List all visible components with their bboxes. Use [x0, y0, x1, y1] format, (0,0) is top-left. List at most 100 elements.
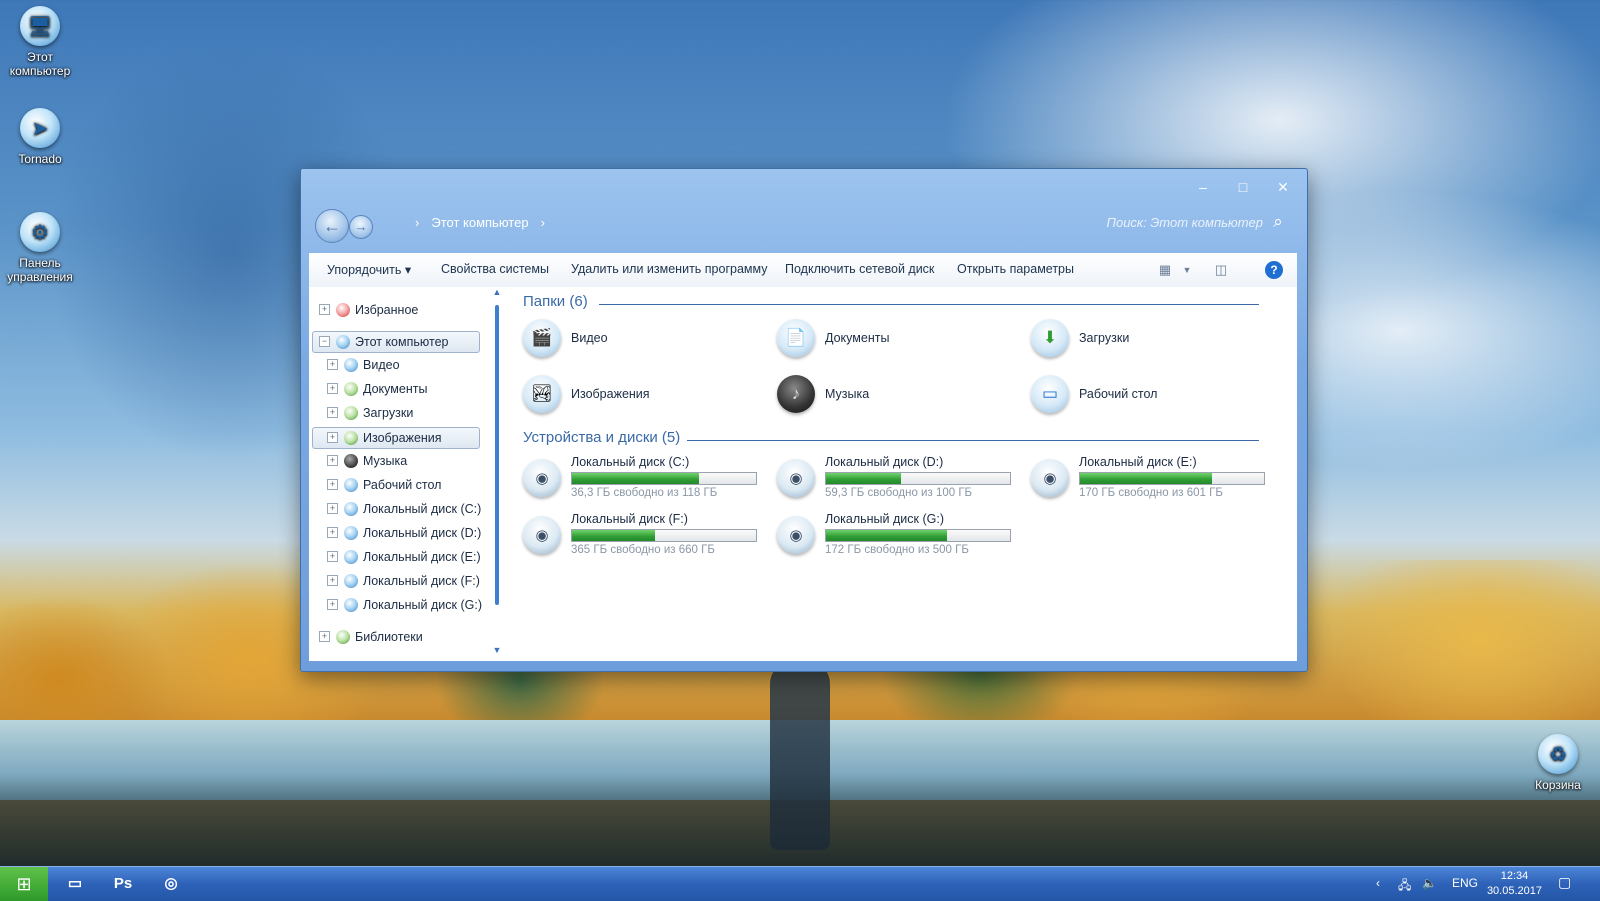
expand-icon[interactable]: +: [327, 527, 338, 538]
system-properties-button[interactable]: Свойства системы: [441, 262, 549, 276]
folder-video[interactable]: 🎬 Видео: [523, 319, 763, 365]
explorer-window: – □ ✕ ← → › Этот компьютер › Поиск: Этот к…: [300, 168, 1308, 672]
expand-icon[interactable]: +: [327, 359, 338, 370]
expand-icon[interactable]: +: [327, 455, 338, 466]
drive-e[interactable]: ◉ Локальный диск (E:) 170 ГБ свободно из…: [1031, 455, 1271, 507]
drive-name: Локальный диск (F:): [571, 512, 688, 526]
breadcrumb-current[interactable]: Этот компьютер: [431, 215, 528, 230]
sidebar-item-drive-c[interactable]: + Локальный диск (C:): [309, 499, 485, 519]
video-folder-icon: 🎬: [523, 319, 561, 357]
drive-usage-bar: [571, 529, 757, 542]
folders-heading[interactable]: Папки (6): [523, 293, 588, 310]
clock[interactable]: 12:34 30.05.2017: [1487, 869, 1542, 899]
search-input[interactable]: Поиск: Этот компьютер: [1107, 215, 1263, 230]
drive-usage-bar: [825, 472, 1011, 485]
expand-icon[interactable]: +: [327, 599, 338, 610]
folder-desktop[interactable]: ▭ Рабочий стол: [1031, 375, 1271, 421]
drives-heading[interactable]: Устройства и диски (5): [523, 429, 680, 446]
drive-c[interactable]: ◉ Локальный диск (C:) 36,3 ГБ свободно и…: [523, 455, 763, 507]
expand-icon[interactable]: +: [319, 631, 330, 642]
sidebar-item-label: Музыка: [363, 454, 408, 468]
organize-button[interactable]: Упорядочить ▾: [327, 262, 411, 277]
maximize-button[interactable]: □: [1229, 177, 1257, 197]
desktop-icon-tornado[interactable]: ➤ Tornado: [0, 108, 80, 166]
expand-icon[interactable]: +: [327, 383, 338, 394]
folder-pictures[interactable]: 🏞 Изображения: [523, 375, 763, 421]
drive-usage-bar: [1079, 472, 1265, 485]
network-icon[interactable]: 🖧: [1398, 876, 1411, 897]
folder-label: Рабочий стол: [1079, 387, 1158, 401]
search-icon[interactable]: ⌕: [1267, 211, 1289, 233]
sidebar-item-label: Изображения: [363, 431, 442, 445]
expand-icon[interactable]: +: [319, 304, 330, 315]
expand-icon[interactable]: +: [327, 479, 338, 490]
help-icon[interactable]: ?: [1265, 261, 1283, 279]
hard-drive-icon: ◉: [1031, 459, 1069, 497]
sidebar-item-drive-f[interactable]: + Локальный диск (F:): [309, 571, 485, 591]
sidebar-item-this-pc[interactable]: − Этот компьютер: [312, 331, 480, 353]
sidebar-item-desktop[interactable]: + Рабочий стол: [309, 475, 485, 495]
back-button[interactable]: ←: [315, 209, 349, 243]
chrome-button[interactable]: ◎: [156, 872, 186, 896]
volume-icon[interactable]: 🔈: [1422, 876, 1437, 890]
video-folder-icon: [344, 358, 358, 372]
drive-icon: [344, 598, 358, 612]
sidebar-item-libraries[interactable]: + Библиотеки: [309, 627, 485, 647]
sidebar-scrollbar[interactable]: ▲ ▼: [489, 287, 505, 661]
folder-music[interactable]: ♪ Музыка: [777, 375, 1017, 421]
expand-icon[interactable]: +: [327, 551, 338, 562]
show-desktop-button[interactable]: ▭: [60, 872, 90, 896]
breadcrumb[interactable]: › Этот компьютер ›: [409, 215, 551, 230]
folder-label: Изображения: [571, 387, 650, 401]
sidebar-item-video[interactable]: + Видео: [309, 355, 485, 375]
documents-folder-icon: 📄: [777, 319, 815, 357]
music-folder-icon: ♪: [777, 375, 815, 413]
minimize-button[interactable]: –: [1189, 177, 1217, 197]
expand-icon[interactable]: +: [327, 432, 338, 443]
scroll-down-icon[interactable]: ▼: [492, 645, 502, 655]
drive-icon: [344, 550, 358, 564]
sidebar-item-documents[interactable]: + Документы: [309, 379, 485, 399]
expand-icon[interactable]: +: [327, 407, 338, 418]
drive-usage-fill: [826, 473, 902, 484]
expand-icon[interactable]: +: [327, 575, 338, 586]
expand-icon[interactable]: +: [327, 503, 338, 514]
sidebar-item-drive-d[interactable]: + Локальный диск (D:): [309, 523, 485, 543]
view-options-icon[interactable]: ▦: [1155, 260, 1175, 280]
language-indicator[interactable]: ENG: [1452, 876, 1478, 890]
drive-f[interactable]: ◉ Локальный диск (F:) 365 ГБ свободно из…: [523, 512, 763, 564]
sidebar-item-music[interactable]: + Музыка: [309, 451, 485, 471]
drive-g[interactable]: ◉ Локальный диск (G:) 172 ГБ свободно из…: [777, 512, 1017, 564]
sidebar-item-drive-e[interactable]: + Локальный диск (E:): [309, 547, 485, 567]
forward-button[interactable]: →: [349, 215, 373, 239]
uninstall-program-button[interactable]: Удалить или изменить программу: [571, 262, 768, 276]
scroll-up-icon[interactable]: ▲: [492, 287, 502, 297]
chevron-left-icon[interactable]: ‹: [1376, 876, 1380, 890]
collapse-icon[interactable]: −: [319, 336, 330, 347]
sidebar-item-favorites[interactable]: + Избранное: [309, 300, 485, 320]
scroll-thumb[interactable]: [495, 305, 499, 605]
sidebar-item-pictures[interactable]: + Изображения: [312, 427, 480, 449]
folder-downloads[interactable]: ⬇ Загрузки: [1031, 319, 1271, 365]
close-button[interactable]: ✕: [1269, 177, 1297, 197]
drive-d[interactable]: ◉ Локальный диск (D:) 59,3 ГБ свободно и…: [777, 455, 1017, 507]
folder-documents[interactable]: 📄 Документы: [777, 319, 1017, 365]
clock-time: 12:34: [1500, 870, 1529, 882]
sidebar-item-downloads[interactable]: + Загрузки: [309, 403, 485, 423]
start-button[interactable]: ⊞: [0, 867, 48, 901]
arrow-right-icon: →: [354, 219, 368, 234]
breadcrumb-separator[interactable]: ›: [541, 215, 545, 230]
chevron-down-icon[interactable]: ▼: [1177, 260, 1197, 280]
open-settings-button[interactable]: Открыть параметры: [957, 262, 1074, 276]
arrow-left-icon: ←: [323, 216, 341, 236]
star-icon: [336, 303, 350, 317]
sidebar-item-label: Загрузки: [363, 406, 414, 420]
sidebar-item-drive-g[interactable]: + Локальный диск (G:): [309, 595, 485, 615]
desktop-icon-this-pc[interactable]: 🖥 Этот компьютер: [0, 6, 80, 78]
map-network-drive-button[interactable]: Подключить сетевой диск: [785, 262, 934, 276]
desktop-icon-recycle-bin[interactable]: ♻ Корзина: [1518, 734, 1598, 792]
preview-pane-icon[interactable]: ◫: [1211, 260, 1231, 280]
photoshop-button[interactable]: Ps: [108, 872, 138, 896]
notifications-icon[interactable]: ▢: [1558, 874, 1571, 891]
desktop-icon-control-panel[interactable]: ⚙ Панель управления: [0, 212, 80, 284]
